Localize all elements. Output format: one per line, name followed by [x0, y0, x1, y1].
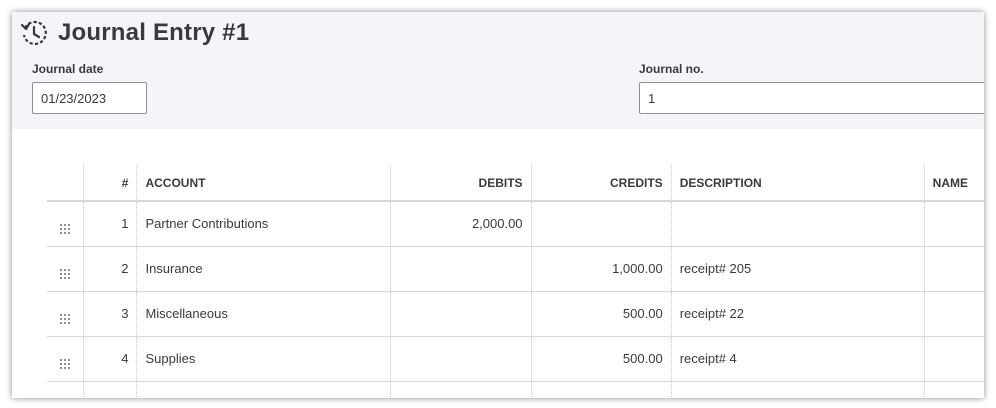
table-row-partial[interactable]	[47, 381, 984, 398]
description-cell[interactable]	[670, 381, 925, 398]
row-number: 2	[83, 246, 137, 292]
column-header-name[interactable]: NAME	[923, 165, 984, 202]
account-cell[interactable]: Insurance	[136, 246, 391, 292]
drag-handle-icon[interactable]	[60, 358, 71, 369]
column-header-num[interactable]: #	[83, 165, 137, 202]
journal-lines-table: # ACCOUNT DEBITS CREDITS DESCRIPTION NAM…	[47, 165, 984, 398]
column-header-debits[interactable]: DEBITS	[390, 165, 532, 202]
debits-cell[interactable]	[390, 336, 532, 382]
journal-entry-window: Journal Entry #1 Journal date Journal no…	[12, 12, 984, 398]
row-number: 1	[83, 201, 137, 247]
drag-handle-cell[interactable]	[47, 291, 84, 337]
journal-date-input[interactable]	[32, 82, 147, 114]
account-cell[interactable]: Supplies	[136, 336, 391, 382]
name-cell[interactable]	[923, 246, 984, 292]
credits-cell[interactable]: 1,000.00	[530, 246, 672, 292]
column-header-credits[interactable]: CREDITS	[530, 165, 672, 202]
account-cell[interactable]: Miscellaneous	[136, 291, 391, 337]
drag-handle-cell[interactable]	[47, 336, 84, 382]
drag-handle-cell[interactable]	[47, 246, 84, 292]
drag-column-header	[47, 165, 84, 202]
journal-lines-grid: # ACCOUNT DEBITS CREDITS DESCRIPTION NAM…	[47, 165, 984, 398]
drag-handle-icon[interactable]	[60, 268, 71, 279]
column-header-account[interactable]: ACCOUNT	[136, 165, 391, 202]
name-cell[interactable]	[923, 291, 984, 337]
table-row[interactable]: 2 Insurance 1,000.00 receipt# 205	[47, 246, 984, 292]
page-title: Journal Entry #1	[58, 19, 250, 46]
credits-cell[interactable]	[530, 381, 672, 398]
row-number: 3	[83, 291, 137, 337]
journal-no-label: Journal no.	[639, 62, 704, 76]
credits-cell[interactable]: 500.00	[530, 336, 672, 382]
debits-cell[interactable]	[390, 381, 532, 398]
account-cell[interactable]	[136, 381, 391, 398]
drag-handle-icon[interactable]	[60, 313, 71, 324]
table-row[interactable]: 4 Supplies 500.00 receipt# 4	[47, 336, 984, 382]
description-cell[interactable]	[670, 201, 925, 247]
drag-handle-icon[interactable]	[60, 223, 71, 234]
name-cell[interactable]	[923, 336, 984, 382]
history-icon[interactable]	[20, 19, 48, 47]
debits-cell[interactable]	[390, 291, 532, 337]
row-number	[83, 381, 137, 398]
name-cell[interactable]	[923, 201, 984, 247]
drag-handle-cell	[47, 381, 84, 398]
table-row[interactable]: 3 Miscellaneous 500.00 receipt# 22	[47, 291, 984, 337]
debits-cell[interactable]	[390, 246, 532, 292]
journal-date-label: Journal date	[32, 62, 104, 76]
name-cell[interactable]	[923, 381, 984, 398]
description-cell[interactable]: receipt# 22	[670, 291, 925, 337]
debits-cell[interactable]: 2,000.00	[390, 201, 532, 247]
description-cell[interactable]: receipt# 205	[670, 246, 925, 292]
header-panel: Journal Entry #1 Journal date Journal no…	[12, 12, 984, 129]
title-row: Journal Entry #1	[20, 16, 249, 50]
credits-cell[interactable]	[530, 201, 672, 247]
table-row[interactable]: 1 Partner Contributions 2,000.00	[47, 201, 984, 247]
row-number: 4	[83, 336, 137, 382]
account-cell[interactable]: Partner Contributions	[136, 201, 391, 247]
journal-no-input[interactable]	[639, 82, 984, 114]
table-header-row: # ACCOUNT DEBITS CREDITS DESCRIPTION NAM…	[47, 165, 984, 202]
description-cell[interactable]: receipt# 4	[670, 336, 925, 382]
drag-handle-cell[interactable]	[47, 201, 84, 247]
credits-cell[interactable]: 500.00	[530, 291, 672, 337]
column-header-description[interactable]: DESCRIPTION	[670, 165, 925, 202]
